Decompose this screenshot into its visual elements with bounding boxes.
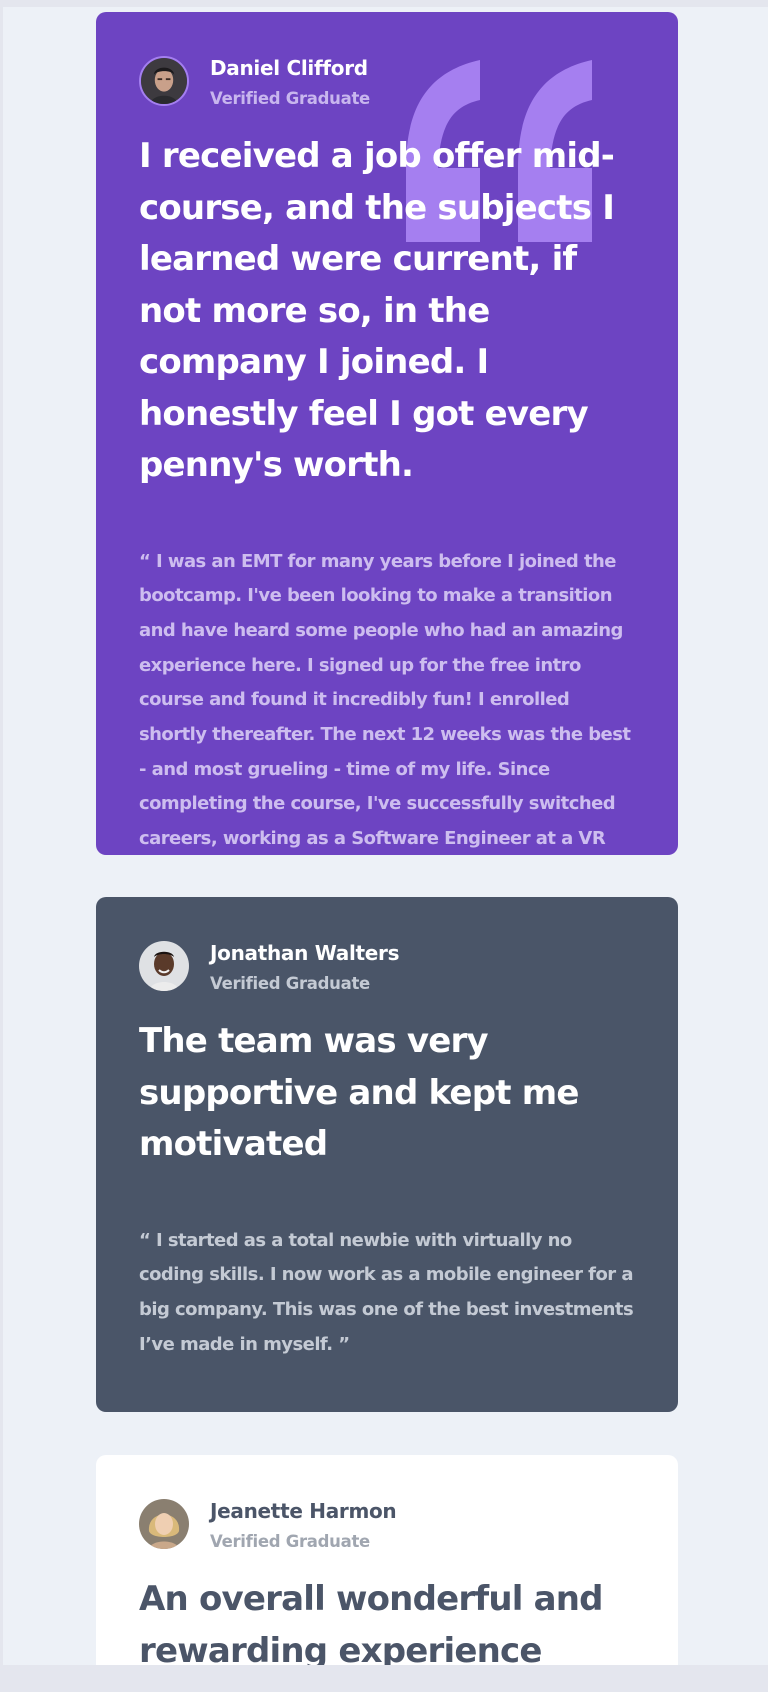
avatar [139, 941, 189, 991]
avatar [139, 1499, 189, 1549]
testimonial-headline: The team was very supportive and kept me… [139, 1021, 579, 1164]
author-status: Verified Graduate [210, 89, 370, 108]
author-status: Verified Graduate [210, 974, 370, 993]
author-block: Jeanette Harmon Verified Graduate [139, 1499, 635, 1559]
avatar-daniel-icon [141, 58, 187, 104]
testimonial-headline: An overall wonderful and rewarding exper… [139, 1579, 604, 1665]
testimonial-card-jonathan: Jonathan Walters Verified Graduate The t… [96, 897, 678, 1412]
testimonial-body: “ I started as a total newbie with virtu… [139, 1229, 634, 1355]
author-name: Jonathan Walters [210, 941, 400, 965]
author-status: Verified Graduate [210, 1532, 370, 1551]
avatar [139, 56, 189, 106]
avatar-jeanette-icon [139, 1499, 189, 1549]
testimonial-card-jeanette: Jeanette Harmon Verified Graduate An ove… [96, 1455, 678, 1665]
author-name: Daniel Clifford [210, 56, 368, 80]
testimonial-card-daniel: Daniel Clifford Verified Graduate I rece… [96, 12, 678, 855]
author-block: Jonathan Walters Verified Graduate [139, 941, 635, 1001]
author-name: Jeanette Harmon [210, 1499, 397, 1523]
author-block: Daniel Clifford Verified Graduate [139, 56, 635, 116]
avatar-jonathan-icon [139, 941, 189, 991]
page-viewport[interactable]: Daniel Clifford Verified Graduate I rece… [3, 7, 768, 1665]
testimonial-headline: I received a job offer mid-course, and t… [139, 136, 615, 485]
testimonial-body: “ I was an EMT for many years before I j… [139, 550, 631, 850]
